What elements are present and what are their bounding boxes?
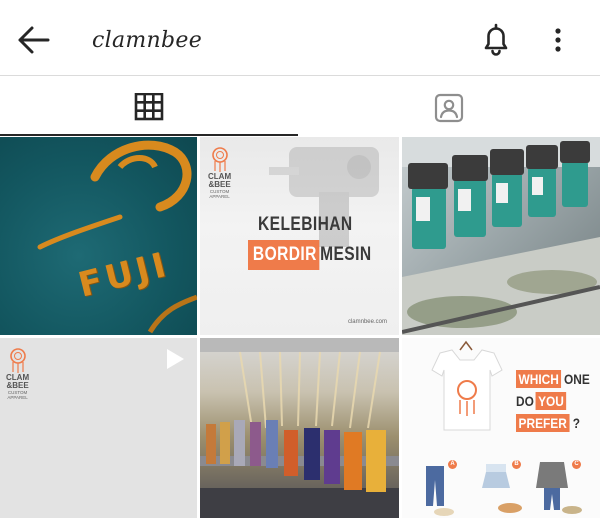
arrow-left-icon	[18, 26, 50, 54]
profile-header: clamnbee	[0, 0, 600, 76]
profile-tabs	[0, 77, 600, 137]
post-thumbnail-1[interactable]: FUJI	[0, 137, 197, 335]
prefer-line3: PREFER?	[516, 414, 580, 432]
thread-spools-image	[200, 338, 399, 518]
post-title-line1: KELEBIHAN	[258, 214, 353, 235]
more-vertical-icon	[555, 28, 561, 52]
posts-grid: FUJI CLAM &BEE CUSTOM APPAREL KELEBIHAN …	[0, 137, 600, 518]
post-thumbnail-6[interactable]: WHICH ONE DO YOU PREFER? A B C	[402, 338, 600, 518]
prefer-line2-highlight: YOU	[535, 392, 567, 410]
bell-icon	[484, 23, 508, 56]
prefer-line3-rest: ?	[572, 415, 581, 431]
option-badge-c: C	[572, 460, 581, 469]
post-thumbnail-4[interactable]: CLAM &BEE CUSTOM APPAREL	[0, 338, 197, 518]
embroidery-machines-image	[402, 137, 600, 335]
option-badge-b: B	[512, 460, 521, 469]
tab-tagged[interactable]	[300, 77, 600, 137]
post-thumbnail-3[interactable]	[402, 137, 600, 335]
post-site-label: clamnbee.com	[347, 319, 387, 325]
prefer-line3-highlight: PREFER	[516, 414, 570, 432]
brand-name-line2: &BEE	[6, 381, 29, 390]
dreamcatcher-icon	[211, 147, 228, 172]
post-title-rest: MESIN	[320, 244, 372, 265]
person-tag-icon	[434, 93, 464, 123]
notifications-button[interactable]	[480, 22, 512, 56]
post-thumbnail-2[interactable]: CLAM &BEE CUSTOM APPAREL KELEBIHAN BORDI…	[200, 137, 399, 335]
tab-posts-grid[interactable]	[0, 77, 300, 137]
prefer-line1-rest: ONE	[563, 371, 590, 387]
embroidery-logo-image	[37, 140, 197, 334]
machine-background-image	[269, 147, 379, 247]
back-button[interactable]	[16, 24, 52, 56]
play-icon	[167, 349, 184, 369]
post-title-line2: BORDIR MESIN	[248, 240, 372, 271]
prefer-line2: DO YOU	[516, 392, 567, 410]
prefer-line1: WHICH ONE	[516, 370, 590, 388]
prefer-line2-plain: DO	[516, 393, 534, 409]
option-badge-a: A	[448, 460, 457, 469]
brand-name-line2: &BEE	[208, 180, 231, 189]
brand-logo: CLAM &BEE CUSTOM APPAREL	[6, 348, 29, 400]
active-tab-indicator	[0, 134, 298, 136]
brand-sub-line2: APPAREL	[7, 395, 28, 400]
grid-icon	[134, 93, 164, 121]
post-title-highlight: BORDIR	[248, 240, 320, 270]
post-thumbnail-5[interactable]	[200, 338, 399, 518]
more-options-button[interactable]	[546, 24, 570, 56]
prefer-line1-highlight: WHICH	[516, 370, 562, 388]
brand-sub-line2: APPAREL	[209, 194, 230, 199]
profile-username[interactable]: clamnbee	[92, 28, 202, 53]
brand-logo: CLAM &BEE CUSTOM APPAREL	[208, 147, 231, 199]
dreamcatcher-icon	[9, 348, 26, 373]
